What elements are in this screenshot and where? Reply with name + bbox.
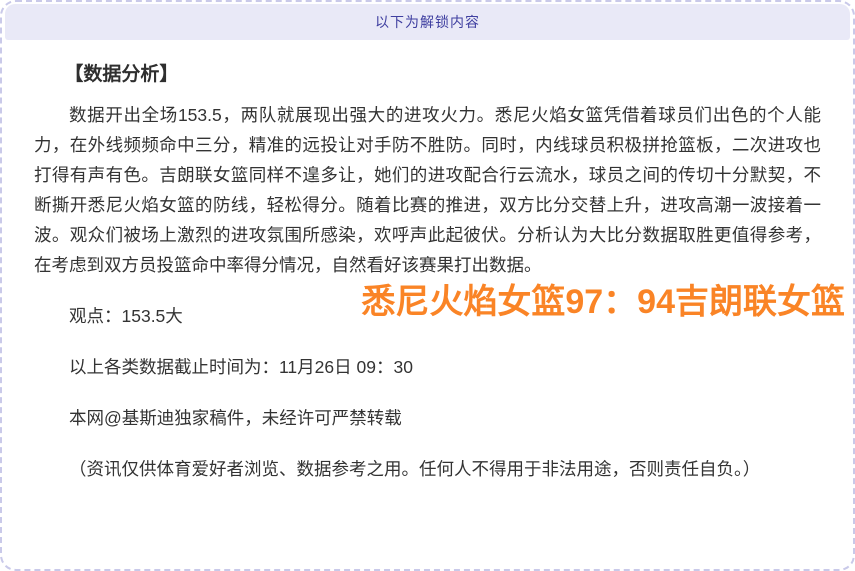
unlocked-content-banner: 以下为解锁内容 — [5, 4, 850, 40]
viewpoint-line: 观点：153.5大 — [34, 301, 821, 331]
data-deadline-line: 以上各类数据截止时间为：11月26日 09：30 — [34, 352, 821, 382]
analysis-paragraph: 数据开出全场153.5，两队就展现出强大的进攻火力。悉尼火焰女篮凭借着球员们出色… — [34, 100, 821, 280]
copyright-line: 本网@基斯迪独家稿件，未经许可严禁转载 — [34, 403, 821, 433]
analysis-content: 【数据分析】 数据开出全场153.5，两队就展现出强大的进攻火力。悉尼火焰女篮凭… — [2, 40, 853, 484]
data-analysis-title: 【数据分析】 — [34, 60, 821, 90]
disclaimer-line: （资讯仅供体育爱好者浏览、数据参考之用。任何人不得用于非法用途，否则责任自负。） — [34, 454, 821, 484]
unlocked-content-banner-label: 以下为解锁内容 — [375, 12, 480, 32]
unlocked-content-panel: 以下为解锁内容 【数据分析】 数据开出全场153.5，两队就展现出强大的进攻火力… — [0, 0, 855, 571]
